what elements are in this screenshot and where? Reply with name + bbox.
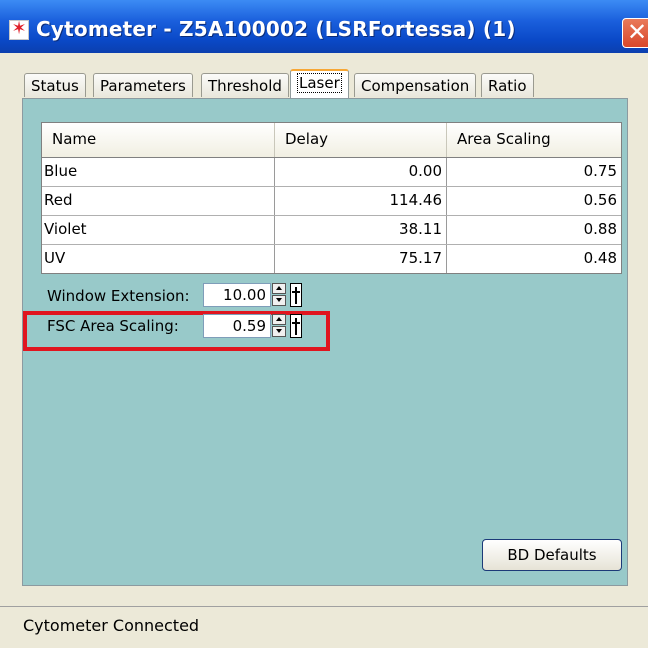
tab-laser[interactable]: Laser [290, 69, 349, 99]
fsc-area-scaling-input[interactable]: 0.59 [203, 314, 271, 338]
pin-icon[interactable] [290, 283, 302, 307]
tab-status[interactable]: Status [24, 73, 86, 97]
cell-name: Blue [42, 158, 275, 186]
cell-delay[interactable]: 114.46 [275, 187, 447, 215]
column-header-area-scaling[interactable]: Area Scaling [447, 123, 621, 157]
tab-parameters-label: Parameters [100, 77, 186, 95]
window-title: Cytometer - Z5A100002 (LSRFortessa) (1) [36, 17, 516, 41]
close-button[interactable]: ✕ [622, 18, 648, 48]
laser-star-icon: ✶ [9, 18, 29, 40]
spin-down-icon[interactable] [272, 326, 286, 337]
cell-area-scaling[interactable]: 0.56 [447, 187, 621, 215]
cytometer-window: ✶ Cytometer - Z5A100002 (LSRFortessa) (1… [0, 0, 648, 648]
table-row: UV 75.17 0.48 [42, 245, 621, 273]
cell-name: UV [42, 245, 275, 273]
window-extension-spinner[interactable] [272, 283, 286, 307]
column-header-name[interactable]: Name [42, 123, 275, 157]
spin-up-icon[interactable] [272, 283, 286, 294]
tab-threshold-label: Threshold [208, 77, 282, 95]
cell-name: Violet [42, 216, 275, 244]
tab-status-label: Status [31, 77, 79, 95]
cell-area-scaling[interactable]: 0.88 [447, 216, 621, 244]
status-text: Cytometer Connected [23, 616, 200, 635]
window-extension-label: Window Extension: [47, 287, 190, 305]
cell-area-scaling[interactable]: 0.48 [447, 245, 621, 273]
fsc-area-scaling-spinner[interactable] [272, 314, 286, 338]
tab-ratio[interactable]: Ratio [481, 73, 534, 97]
tab-compensation-label: Compensation [361, 77, 470, 95]
tab-threshold[interactable]: Threshold [201, 73, 289, 97]
tab-compensation[interactable]: Compensation [354, 73, 477, 97]
window-extension-input[interactable]: 10.00 [203, 283, 271, 307]
cell-name: Red [42, 187, 275, 215]
cell-area-scaling[interactable]: 0.75 [447, 158, 621, 186]
tab-laser-label: Laser [297, 73, 342, 93]
tab-parameters[interactable]: Parameters [93, 73, 193, 97]
table-header: Name Delay Area Scaling [42, 123, 621, 158]
close-icon: ✕ [627, 18, 648, 46]
spin-down-icon[interactable] [272, 295, 286, 306]
cell-delay[interactable]: 75.17 [275, 245, 447, 273]
pin-icon[interactable] [290, 314, 302, 338]
table-row: Blue 0.00 0.75 [42, 158, 621, 187]
table-row: Violet 38.11 0.88 [42, 216, 621, 245]
laser-table: Name Delay Area Scaling Blue 0.00 0.75 R… [41, 122, 622, 274]
column-header-delay[interactable]: Delay [275, 123, 447, 157]
table-row: Red 114.46 0.56 [42, 187, 621, 216]
status-bar: Cytometer Connected [0, 606, 648, 648]
spin-up-icon[interactable] [272, 314, 286, 325]
laser-panel: Name Delay Area Scaling Blue 0.00 0.75 R… [22, 98, 628, 586]
cell-delay[interactable]: 38.11 [275, 216, 447, 244]
title-bar[interactable]: ✶ Cytometer - Z5A100002 (LSRFortessa) (1… [0, 0, 648, 53]
bd-defaults-button[interactable]: BD Defaults [482, 539, 622, 571]
tab-ratio-label: Ratio [488, 77, 527, 95]
cell-delay[interactable]: 0.00 [275, 158, 447, 186]
fsc-area-scaling-label: FSC Area Scaling: [47, 317, 179, 335]
